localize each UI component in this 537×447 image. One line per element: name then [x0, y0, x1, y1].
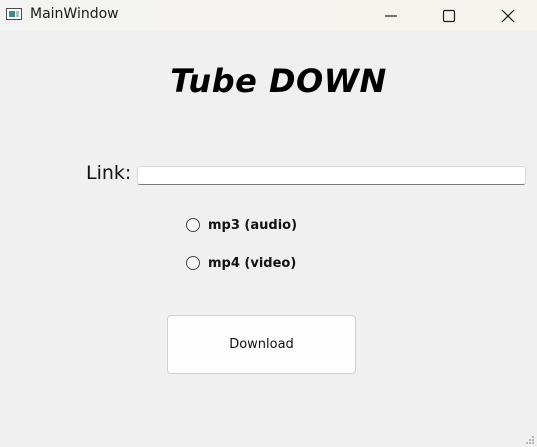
radio-mp3[interactable]: mp3 (audio): [186, 216, 297, 234]
download-button[interactable]: Download: [167, 315, 356, 374]
radio-mp3-label[interactable]: mp3 (audio): [208, 218, 297, 233]
radio-mp4-circle[interactable]: [186, 256, 200, 270]
app-window-icon: [6, 8, 22, 20]
maximize-button[interactable]: [420, 0, 478, 31]
minimize-icon: [385, 15, 397, 17]
radio-mp4[interactable]: mp4 (video): [186, 254, 296, 272]
maximize-icon: [442, 9, 456, 23]
app-title: Tube DOWN: [170, 62, 387, 100]
close-icon: [501, 9, 515, 23]
resize-grip-icon[interactable]: [525, 435, 535, 445]
radio-mp4-label[interactable]: mp4 (video): [208, 256, 296, 271]
link-label: Link:: [86, 162, 132, 184]
window-title: MainWindow: [30, 6, 119, 22]
link-input[interactable]: [137, 166, 526, 185]
title-bar[interactable]: MainWindow: [0, 0, 537, 32]
minimize-button[interactable]: [362, 0, 420, 31]
main-window: MainWindow Tube DOWN Link: mp3 (audio) m…: [0, 0, 537, 447]
radio-mp3-circle[interactable]: [186, 218, 200, 232]
close-button[interactable]: [479, 0, 537, 31]
